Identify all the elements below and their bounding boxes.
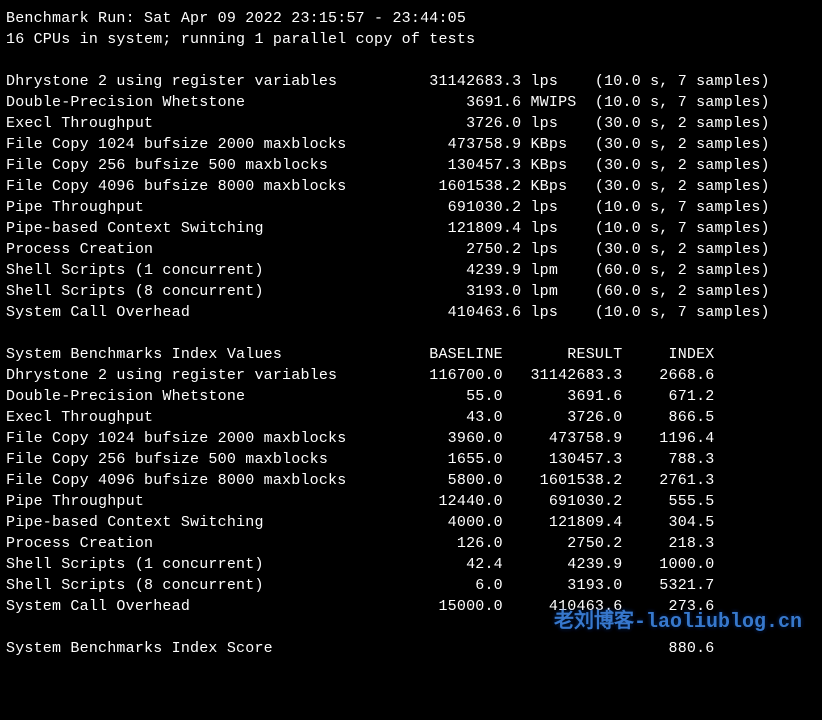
benchmark-result-row: Pipe Throughput 691030.2 lps (10.0 s, 7 … [6,197,816,218]
watermark-text: 老刘博客-laoliublog.cn [554,609,802,637]
benchmark-result-row: Shell Scripts (1 concurrent) 4239.9 lpm … [6,260,816,281]
benchmark-run-line: Benchmark Run: Sat Apr 09 2022 23:15:57 … [6,8,816,29]
benchmark-result-row: File Copy 4096 bufsize 8000 maxblocks 16… [6,176,816,197]
index-row: Pipe-based Context Switching 4000.0 1218… [6,512,816,533]
index-row: Shell Scripts (8 concurrent) 6.0 3193.0 … [6,575,816,596]
index-row: File Copy 256 bufsize 500 maxblocks 1655… [6,449,816,470]
benchmark-result-row: File Copy 256 bufsize 500 maxblocks 1304… [6,155,816,176]
index-row: Pipe Throughput 12440.0 691030.2 555.5 [6,491,816,512]
benchmark-result-row: Execl Throughput 3726.0 lps (30.0 s, 2 s… [6,113,816,134]
index-row: File Copy 4096 bufsize 8000 maxblocks 58… [6,470,816,491]
spacer [6,50,816,71]
index-block: Dhrystone 2 using register variables 116… [6,365,816,617]
benchmark-result-row: Pipe-based Context Switching 121809.4 lp… [6,218,816,239]
results-block: Dhrystone 2 using register variables 311… [6,71,816,323]
cpu-info-line: 16 CPUs in system; running 1 parallel co… [6,29,816,50]
index-row: Shell Scripts (1 concurrent) 42.4 4239.9… [6,554,816,575]
benchmark-result-row: File Copy 1024 bufsize 2000 maxblocks 47… [6,134,816,155]
index-header-line: System Benchmarks Index Values BASELINE … [6,344,816,365]
spacer [6,323,816,344]
index-row: Process Creation 126.0 2750.2 218.3 [6,533,816,554]
index-row: Execl Throughput 43.0 3726.0 866.5 [6,407,816,428]
index-row: Dhrystone 2 using register variables 116… [6,365,816,386]
benchmark-result-row: System Call Overhead 410463.6 lps (10.0 … [6,302,816,323]
benchmark-result-row: Dhrystone 2 using register variables 311… [6,71,816,92]
score-line: System Benchmarks Index Score 880.6 [6,638,816,659]
benchmark-result-row: Double-Precision Whetstone 3691.6 MWIPS … [6,92,816,113]
index-row: File Copy 1024 bufsize 2000 maxblocks 39… [6,428,816,449]
index-row: Double-Precision Whetstone 55.0 3691.6 6… [6,386,816,407]
benchmark-result-row: Process Creation 2750.2 lps (30.0 s, 2 s… [6,239,816,260]
benchmark-result-row: Shell Scripts (8 concurrent) 3193.0 lpm … [6,281,816,302]
